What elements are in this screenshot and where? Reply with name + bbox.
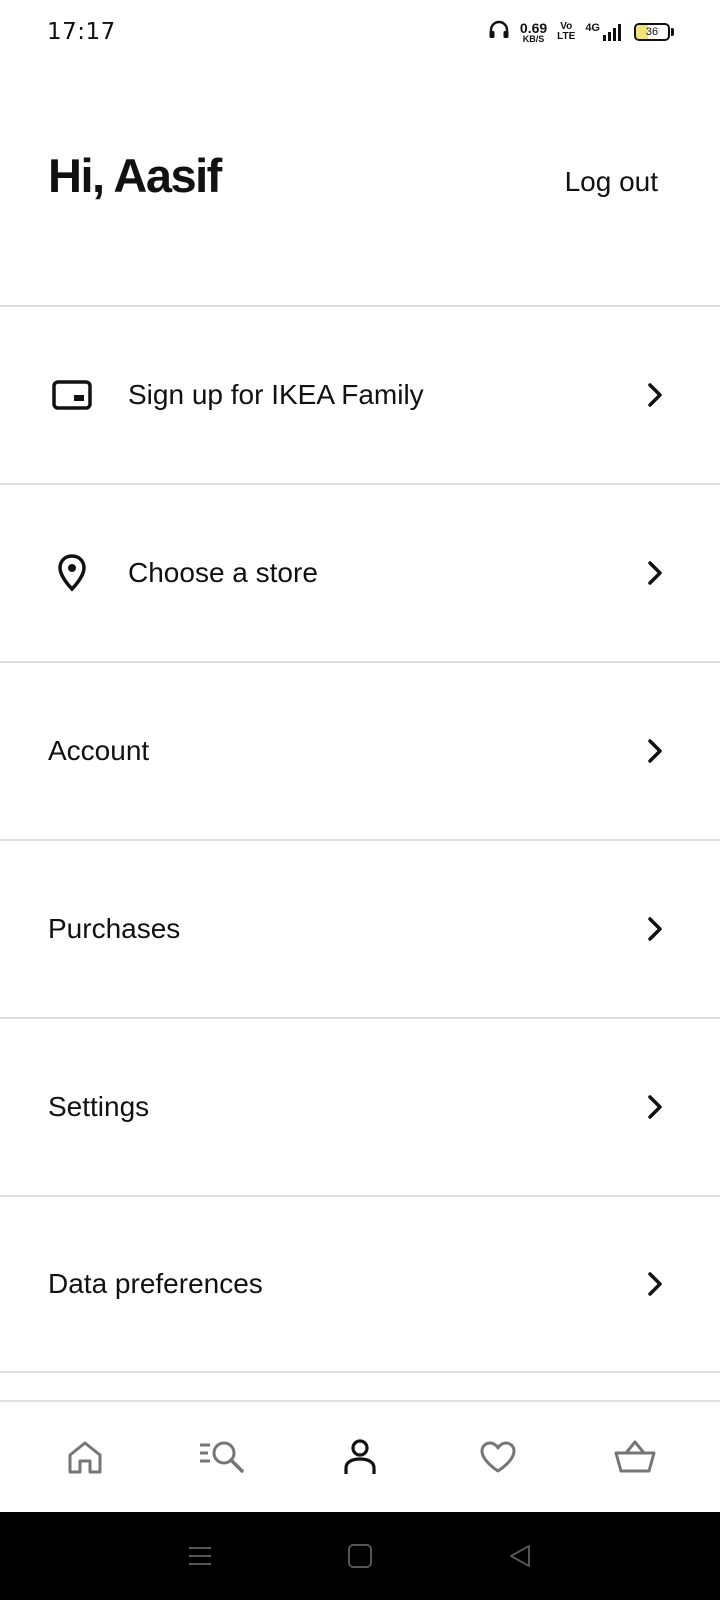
menu-item-label: Data preferences — [48, 1268, 263, 1299]
location-pin-icon — [50, 551, 94, 595]
status-icons: 0.69 KB/S Vo LTE 4G 36 — [488, 20, 674, 45]
menu-item-label: Sign up for IKEA Family — [128, 379, 424, 410]
bottom-nav — [0, 1400, 720, 1512]
screen: 17:17 0.69 KB/S Vo LTE 4G 36 Hi, Aasif L… — [0, 0, 720, 1600]
network-speed: 0.69 KB/S — [520, 21, 547, 44]
system-home-button[interactable] — [330, 1526, 390, 1586]
menu-item-label: Purchases — [48, 913, 181, 944]
status-bar: 17:17 0.69 KB/S Vo LTE 4G 36 — [0, 0, 720, 64]
menu-item-ikea-family[interactable]: Sign up for IKEA Family — [0, 305, 720, 483]
signal-icon: 4G — [585, 22, 624, 42]
chevron-right-icon — [648, 917, 662, 941]
home-icon — [68, 1441, 102, 1474]
chevron-right-icon — [648, 739, 662, 763]
chevron-right-icon — [648, 383, 662, 407]
nav-home[interactable] — [45, 1417, 125, 1497]
menu-item-account[interactable]: Account — [0, 661, 720, 839]
speed-value: 0.69 — [519, 19, 548, 36]
chevron-right-icon — [648, 561, 662, 585]
header: Hi, Aasif Log out — [0, 130, 720, 230]
logout-button[interactable]: Log out — [565, 166, 658, 198]
system-back-button[interactable] — [490, 1526, 550, 1586]
system-menu-button[interactable] — [170, 1526, 230, 1586]
battery-level: 36 — [645, 26, 659, 38]
menu-item-choose-store[interactable]: Choose a store — [0, 483, 720, 661]
headphones-icon — [488, 20, 510, 45]
chevron-right-icon — [648, 1272, 662, 1296]
menu-item-label: Settings — [48, 1091, 150, 1122]
speed-unit: KB/S — [522, 33, 545, 44]
battery-icon: 36 — [634, 23, 674, 41]
network-type: 4G — [585, 22, 600, 34]
back-icon — [510, 1545, 530, 1567]
volte-bottom: LTE — [557, 31, 576, 42]
menu-item-label: Account — [48, 735, 150, 766]
menu-item-settings[interactable]: Settings — [0, 1017, 720, 1195]
profile-icon — [344, 1439, 376, 1474]
menu-icon — [189, 1547, 211, 1565]
heart-icon — [480, 1441, 516, 1473]
chevron-right-icon — [648, 1095, 662, 1119]
account-menu: Sign up for IKEA Family Choose a store A… — [0, 305, 720, 1373]
status-time: 17:17 — [47, 19, 116, 45]
nav-favourites[interactable] — [458, 1417, 538, 1497]
nav-profile[interactable] — [320, 1417, 400, 1497]
system-nav-bar — [0, 1512, 720, 1600]
basket-icon — [614, 1440, 656, 1473]
menu-item-label: Choose a store — [128, 557, 318, 588]
greeting-title: Hi, Aasif — [48, 149, 222, 202]
menu-item-data-preferences[interactable]: Data preferences — [0, 1195, 720, 1373]
volte-indicator: Vo LTE — [557, 22, 575, 42]
menu-item-purchases[interactable]: Purchases — [0, 839, 720, 1017]
home-square-icon — [348, 1544, 372, 1568]
nav-basket[interactable] — [595, 1417, 675, 1497]
card-icon — [50, 373, 94, 417]
search-icon — [200, 1441, 245, 1473]
nav-search[interactable] — [182, 1417, 262, 1497]
